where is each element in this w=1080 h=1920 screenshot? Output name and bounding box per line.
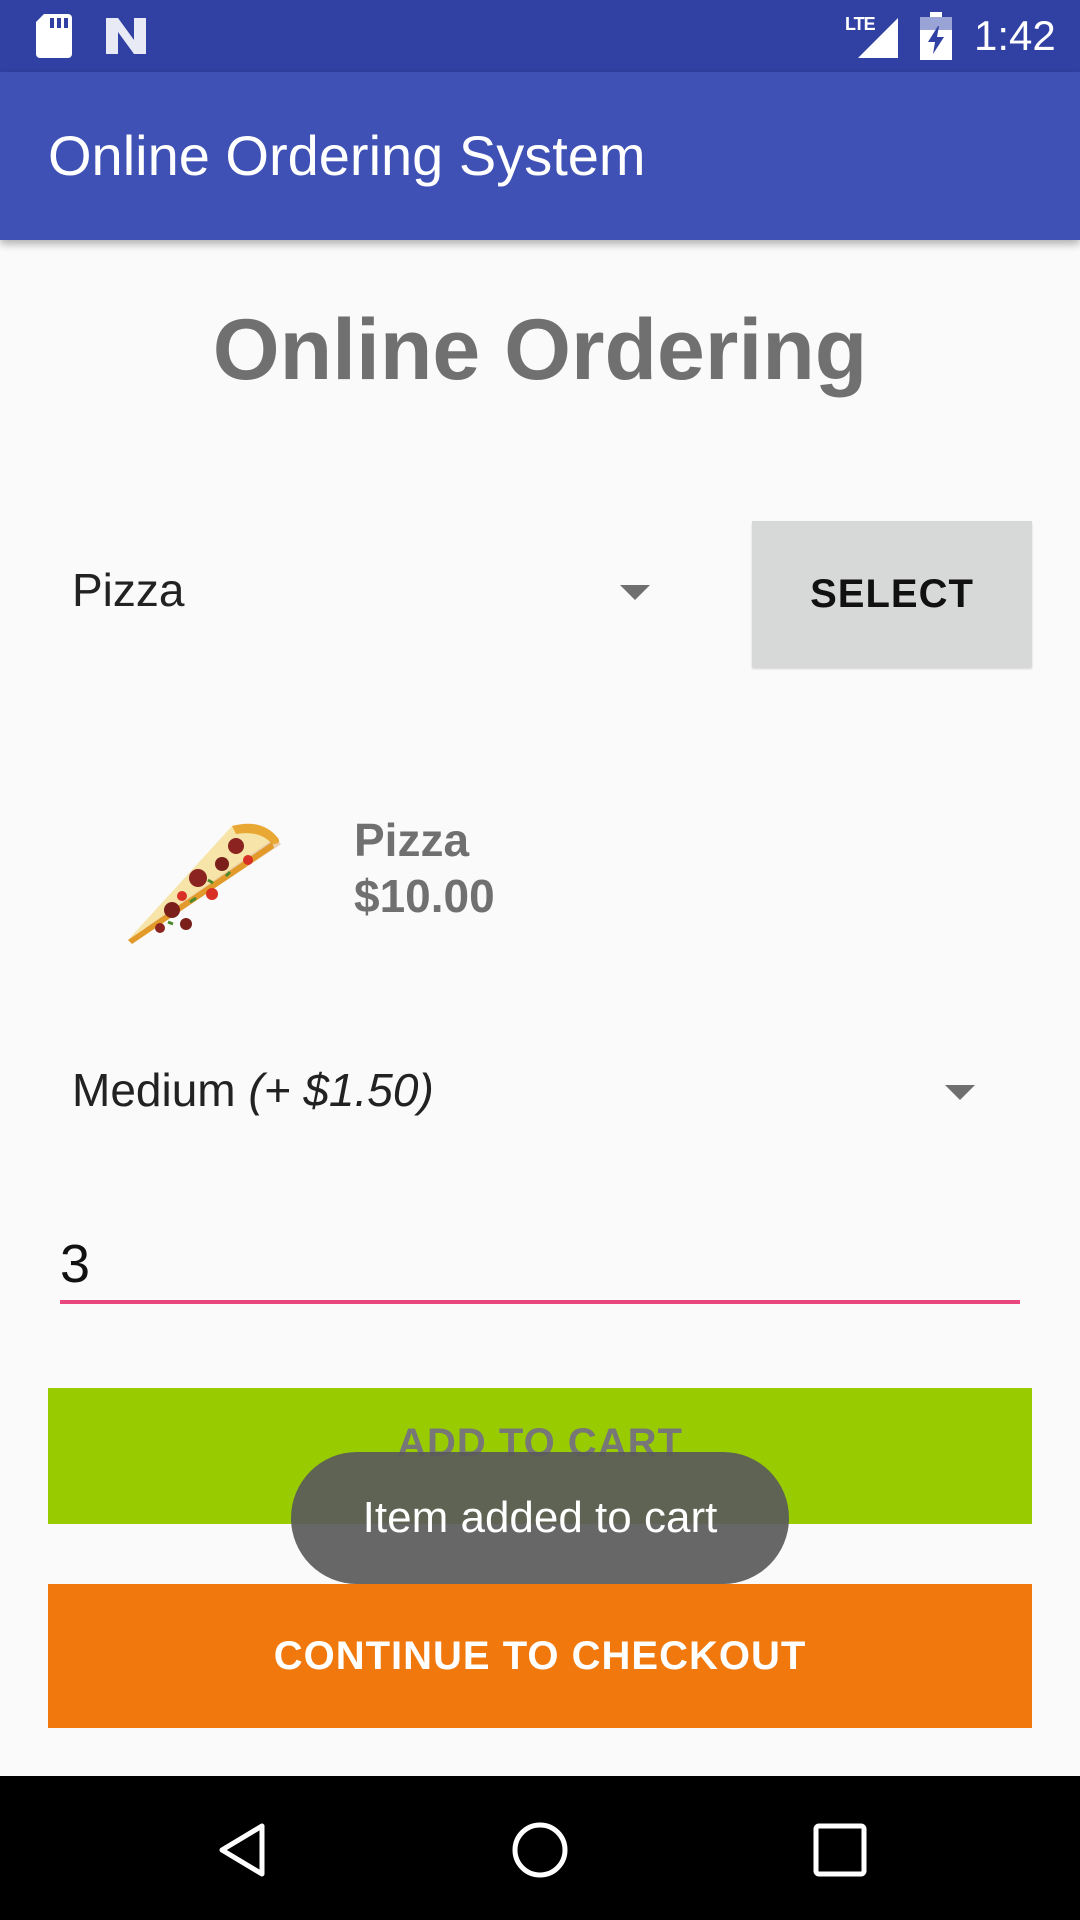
home-icon[interactable] (510, 1820, 570, 1880)
item-spinner-value: Pizza (72, 564, 185, 616)
battery-charging-icon (920, 12, 952, 60)
dropdown-arrow-icon (945, 1085, 975, 1100)
toast-message: Item added to cart (291, 1452, 789, 1584)
clock: 1:42 (974, 12, 1056, 59)
select-button[interactable]: SELECT (752, 521, 1032, 667)
size-label: Medium (72, 1064, 236, 1116)
page-heading: Online Ordering (212, 302, 868, 398)
signal-icon (858, 18, 898, 58)
dropdown-arrow-icon (620, 585, 650, 600)
recents-icon[interactable] (810, 1820, 870, 1880)
size-extra-cost: (+ $1.50) (248, 1064, 434, 1116)
product-name: Pizza (354, 814, 470, 866)
navigation-bar (0, 1776, 1080, 1920)
status-bar: LTE 1:42 (0, 0, 1080, 72)
product-price: $10.00 (354, 870, 495, 922)
sd-card-icon (36, 14, 72, 58)
app-toolbar: Online Ordering System (0, 72, 1080, 240)
back-icon[interactable] (212, 1820, 272, 1880)
item-spinner[interactable]: Pizza (40, 560, 680, 622)
continue-to-checkout-button[interactable]: CONTINUE TO CHECKOUT (48, 1584, 1032, 1728)
size-spinner[interactable]: Medium (+ $1.50) (40, 1060, 1000, 1122)
pizza-slice-icon (128, 823, 281, 944)
size-spinner-value: Medium (+ $1.50) (72, 1060, 434, 1120)
android-n-icon (106, 18, 146, 54)
app-title: Online Ordering System (48, 124, 646, 187)
quantity-input[interactable] (60, 1228, 1020, 1304)
